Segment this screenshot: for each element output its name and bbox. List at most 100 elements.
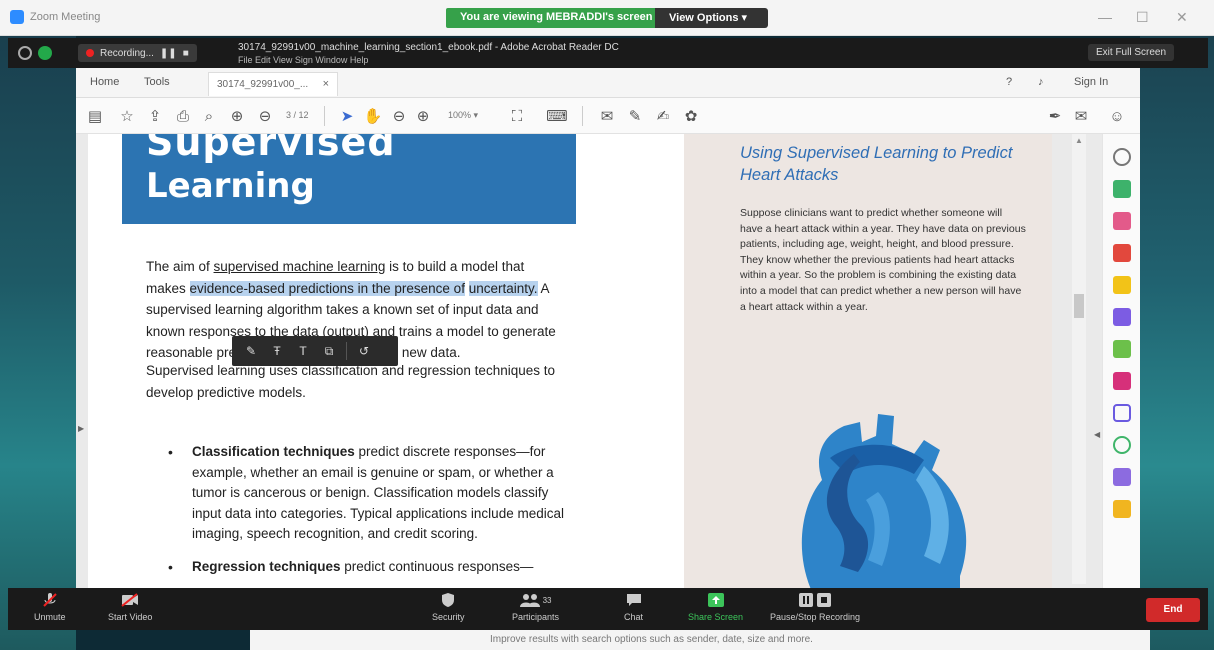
- acrobat-toolbar: ▤ ☆ ⇪ ⎙ ⌕ ⊕ ⊖ 3 / 12 ➤ ✋ ⊖ ⊕ 100% ▾ ⛶ ⌨ …: [76, 98, 1140, 134]
- minimize-icon[interactable]: —: [1098, 9, 1112, 25]
- unmute-button[interactable]: Unmute: [34, 592, 66, 622]
- hero-banner: Supervised Learning: [122, 134, 576, 224]
- select-cursor-icon[interactable]: ➤: [336, 105, 358, 127]
- end-meeting-button[interactable]: End: [1146, 598, 1200, 622]
- pause-stop-label: Pause/Stop Recording: [770, 612, 861, 622]
- recording-indicator[interactable]: Recording... ❚❚ ■: [78, 44, 197, 62]
- scroll-up-icon[interactable]: ▲: [1075, 136, 1083, 145]
- participants-icon: 33: [516, 592, 556, 608]
- combine-files-icon[interactable]: [1113, 308, 1131, 326]
- comment-icon[interactable]: ✉: [596, 105, 618, 127]
- strikethrough-icon[interactable]: Ŧ: [264, 336, 290, 366]
- pdf-page: Supervised Learning The aim of supervise…: [88, 134, 1052, 588]
- start-video-button[interactable]: Start Video: [108, 592, 152, 622]
- sign-icon[interactable]: ✍: [652, 105, 674, 127]
- page-indicator[interactable]: 3 / 12: [286, 110, 309, 120]
- tab-home[interactable]: Home: [90, 76, 119, 88]
- email-icon[interactable]: ✉: [1070, 105, 1092, 127]
- fit-page-icon[interactable]: ⛶: [506, 105, 528, 127]
- paragraph-2: Supervised learning uses classification …: [146, 363, 555, 400]
- stop-icon[interactable]: ■: [183, 48, 189, 59]
- chat-button[interactable]: Chat: [624, 592, 643, 622]
- start-video-label: Start Video: [108, 612, 153, 622]
- share-screen-button[interactable]: Share Screen: [688, 592, 743, 622]
- highlight-pen-icon[interactable]: ✎: [238, 336, 264, 366]
- vertical-scrollbar[interactable]: ▲: [1072, 134, 1086, 584]
- pause-icon[interactable]: ❚❚: [160, 48, 177, 59]
- intro-text-1: The aim of: [146, 259, 214, 274]
- sign-in-link[interactable]: Sign In: [1074, 76, 1108, 88]
- recording-dot-icon: [86, 49, 94, 57]
- zoom-in-icon[interactable]: ⊕: [412, 105, 434, 127]
- underline-icon[interactable]: T: [290, 336, 316, 366]
- annotation-toolbar: ✎ Ŧ T ⧉ ↺: [232, 336, 398, 366]
- upload-icon[interactable]: ⇪: [144, 105, 166, 127]
- hero-title: Learning: [146, 166, 315, 206]
- participants-label: Participants: [512, 612, 560, 622]
- list-item: Classification techniques predict discre…: [160, 442, 580, 545]
- highlighted-text-2[interactable]: uncertainty.: [468, 280, 538, 296]
- view-options-button[interactable]: View Options ▾: [655, 8, 768, 28]
- intro-text-2: is to build a model: [385, 259, 498, 274]
- notification-bell-icon[interactable]: ♪: [1038, 76, 1044, 88]
- comment-tool-icon[interactable]: [1113, 276, 1131, 294]
- bookmark-star-icon[interactable]: ☆: [116, 105, 138, 127]
- tab-document[interactable]: 30174_92991v00_... ×: [208, 72, 338, 96]
- help-icon[interactable]: ?: [1006, 76, 1012, 88]
- maximize-icon[interactable]: ☐: [1136, 9, 1149, 26]
- previous-page-icon[interactable]: ⊕: [226, 105, 248, 127]
- security-button[interactable]: Security: [432, 592, 465, 622]
- microphone-muted-icon: [41, 592, 59, 608]
- toolbar-divider: [582, 106, 583, 126]
- highlighted-text[interactable]: evidence-based predictions in the presen…: [189, 280, 465, 296]
- close-icon[interactable]: ✕: [1176, 9, 1188, 26]
- zoom-level[interactable]: 100% ▾: [448, 110, 478, 121]
- intro-link[interactable]: supervised machine learning: [214, 259, 386, 274]
- share-user-icon[interactable]: ☺: [1106, 105, 1128, 127]
- stamp-icon[interactable]: ✿: [680, 105, 702, 127]
- tab-tools[interactable]: Tools: [144, 76, 170, 88]
- scrollbar-thumb[interactable]: [1074, 294, 1084, 318]
- fill-sign-tool-icon[interactable]: [1113, 372, 1131, 390]
- send-for-signature-icon[interactable]: [1113, 468, 1131, 486]
- more-tools-icon[interactable]: [1113, 500, 1131, 518]
- undo-icon[interactable]: ↺: [351, 336, 377, 366]
- protect-icon[interactable]: [1113, 404, 1131, 422]
- acrobat-menu-bar[interactable]: File Edit View Sign Window Help: [238, 55, 368, 65]
- toolbar-divider: [346, 342, 347, 360]
- bullet-list: Classification techniques predict discre…: [160, 442, 580, 577]
- print-icon[interactable]: ⎙: [172, 105, 194, 127]
- exit-fullscreen-button[interactable]: Exit Full Screen: [1088, 44, 1175, 61]
- zoom-out-icon[interactable]: ⊖: [388, 105, 410, 127]
- highlight-pen-icon[interactable]: ✎: [624, 105, 646, 127]
- create-icon[interactable]: ▤: [84, 105, 106, 127]
- create-pdf-icon[interactable]: [1113, 244, 1131, 262]
- pause-stop-icon: [795, 592, 835, 608]
- sidebar-title: Using Supervised Learning to Predict Hea…: [740, 144, 1013, 184]
- next-page-icon[interactable]: ⊖: [254, 105, 276, 127]
- edit-pdf-icon[interactable]: [1113, 340, 1131, 358]
- info-icon[interactable]: [18, 46, 32, 60]
- collapse-left-panel-icon[interactable]: ▶: [78, 424, 84, 433]
- unmute-label: Unmute: [34, 612, 66, 622]
- pause-stop-recording-button[interactable]: Pause/Stop Recording: [770, 592, 860, 622]
- chat-bubble-icon: [625, 592, 643, 608]
- shield-icon: [439, 592, 457, 608]
- collapse-right-panel-icon[interactable]: ◀: [1094, 430, 1100, 439]
- close-tab-icon[interactable]: ×: [323, 78, 329, 90]
- export-pdf-icon[interactable]: [1113, 180, 1131, 198]
- document-viewport[interactable]: Supervised Learning The aim of supervise…: [76, 134, 1140, 588]
- search-icon[interactable]: ⌕: [198, 105, 220, 127]
- acrobat-window-title: 30174_92991v00_machine_learning_section1…: [238, 42, 619, 53]
- keyboard-icon[interactable]: ⌨: [546, 105, 568, 127]
- copy-icon[interactable]: ⧉: [316, 336, 342, 366]
- participants-button[interactable]: 33 Participants: [512, 592, 559, 622]
- search-tool-icon[interactable]: [1113, 148, 1131, 166]
- optimize-icon[interactable]: [1113, 436, 1131, 454]
- hand-tool-icon[interactable]: ✋: [362, 105, 384, 127]
- fill-sign-icon[interactable]: ✒: [1044, 105, 1066, 127]
- organize-pages-icon[interactable]: [1113, 212, 1131, 230]
- hero-top-text: Supervised: [146, 134, 396, 164]
- security-shield-icon[interactable]: [38, 46, 52, 60]
- bullet-2-heading: Regression techniques: [192, 558, 341, 574]
